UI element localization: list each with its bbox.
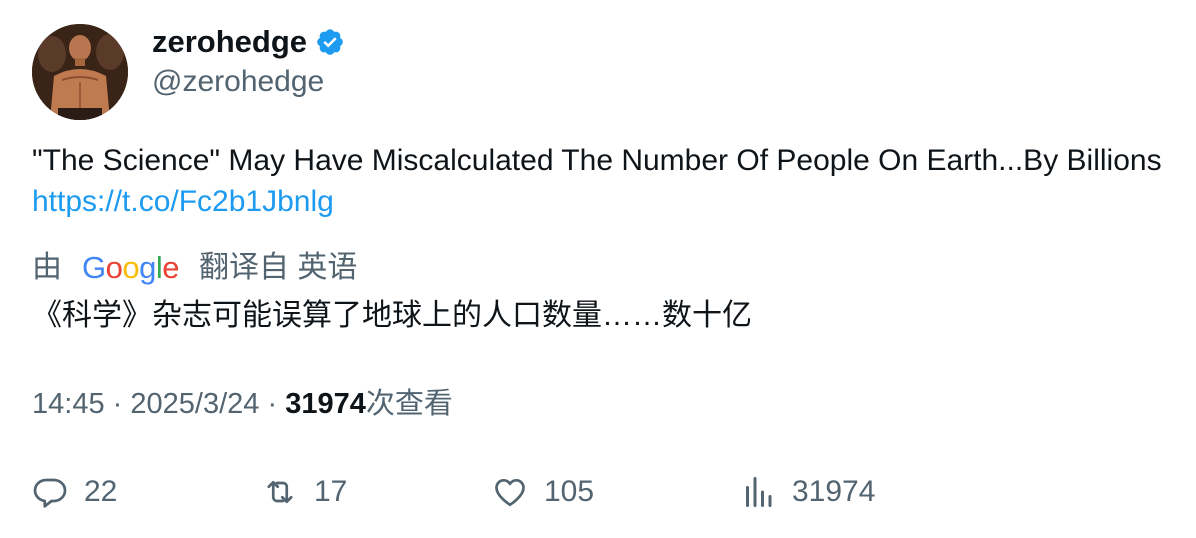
tweet-time[interactable]: 14:45 <box>32 388 105 420</box>
meta-separator: · <box>112 388 123 420</box>
tweet-body: "The Science" May Have Miscalculated The… <box>32 144 1162 177</box>
retweet-count: 17 <box>314 475 348 508</box>
google-logo-letter: G <box>82 250 106 285</box>
translation-suffix: 翻译自 英语 <box>199 251 358 284</box>
author-name-text[interactable]: zerohedge <box>152 22 307 62</box>
google-logo-letter: g <box>139 250 156 285</box>
action-bar: 22 17 105 31974 <box>0 470 1196 514</box>
views-action-count: 31974 <box>792 475 876 508</box>
avatar-image <box>32 24 128 120</box>
like-button[interactable]: 105 <box>492 470 594 514</box>
reply-button[interactable]: 22 <box>32 470 117 514</box>
tweet-link[interactable]: https://t.co/Fc2b1Jbnlg <box>32 185 334 218</box>
tweet-date[interactable]: 2025/3/24 <box>130 388 259 420</box>
tweet-text: "The Science" May Have Miscalculated The… <box>32 140 1162 222</box>
google-logo: Google <box>82 246 180 290</box>
heart-icon <box>495 478 525 507</box>
author-handle[interactable]: @zerohedge <box>152 62 324 102</box>
reply-icon <box>33 478 67 508</box>
google-logo-letter: o <box>122 250 140 285</box>
translation-prefix: 由 <box>32 251 62 284</box>
avatar[interactable] <box>32 24 128 120</box>
tweet-meta: 14:45 · 2025/3/24 · 31974次查看 <box>32 384 453 424</box>
google-logo-letter: o <box>105 250 123 285</box>
translation-attribution[interactable]: 由 Google 翻译自 英语 <box>32 246 357 290</box>
retweet-button[interactable]: 17 <box>262 470 347 514</box>
author-name[interactable]: zerohedge <box>152 22 345 62</box>
views-label: 次查看 <box>365 388 453 420</box>
bar-chart-icon <box>746 477 772 507</box>
reply-count: 22 <box>84 475 118 508</box>
translated-text: 《科学》杂志可能误算了地球上的人口数量……数十亿 <box>32 299 752 332</box>
like-count: 105 <box>544 475 595 508</box>
retweet-icon <box>267 480 293 504</box>
views-count: 31974 <box>285 388 366 420</box>
verified-badge-icon <box>315 27 345 57</box>
google-logo-letter: e <box>162 250 180 285</box>
views-button[interactable]: 31974 <box>740 470 875 514</box>
tweet-card: zerohedge @zerohedge "The Science" May H… <box>0 0 1196 538</box>
meta-separator: · <box>267 388 278 420</box>
